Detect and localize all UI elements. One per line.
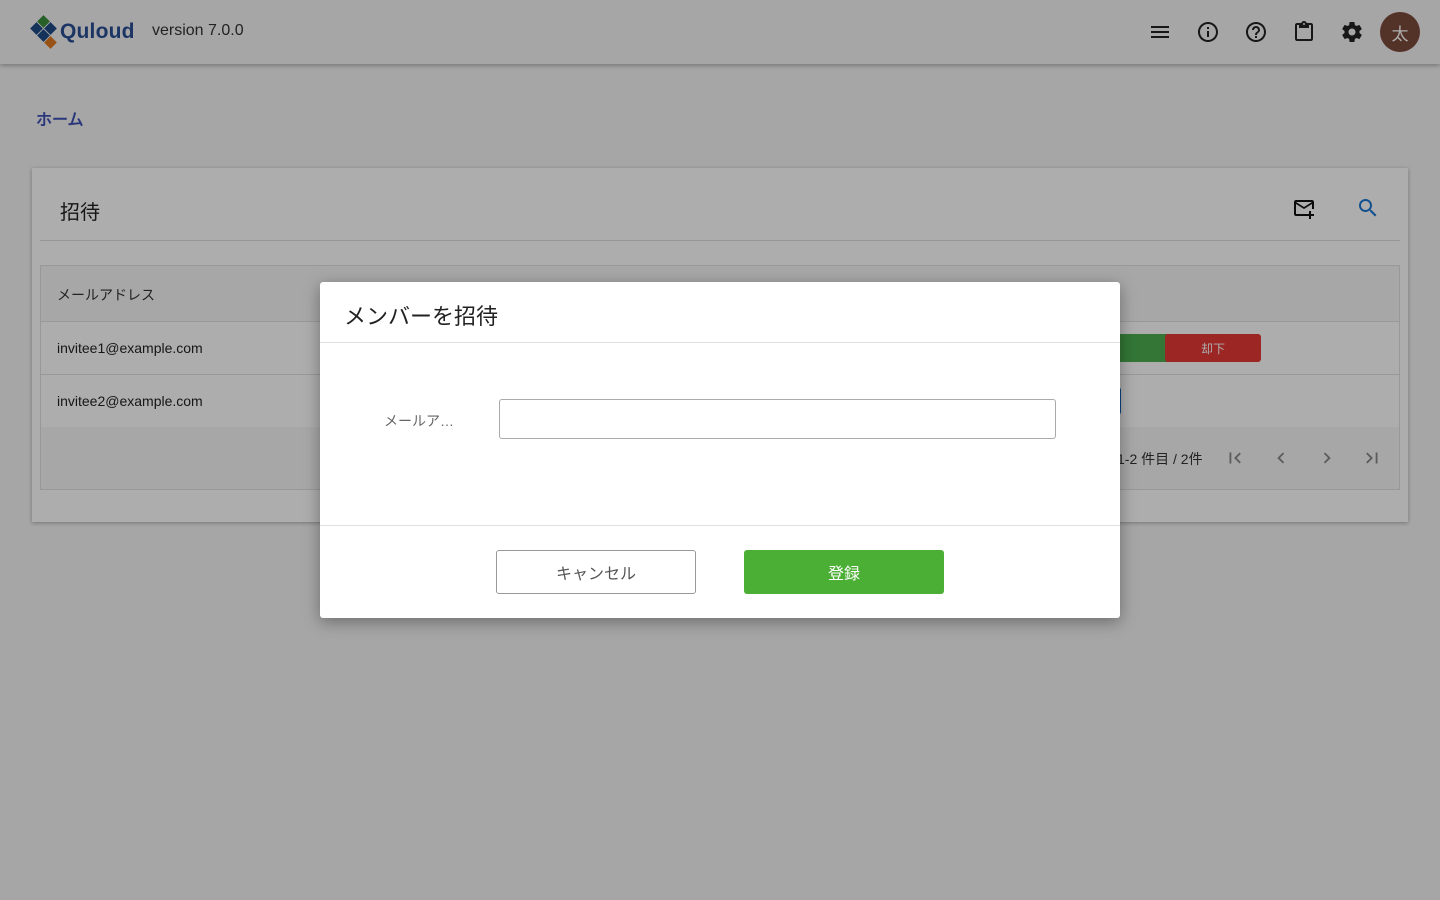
dialog-divider (320, 342, 1120, 343)
email-field-label: メールア… (384, 413, 454, 429)
register-button[interactable]: 登録 (744, 550, 944, 594)
dialog-title: メンバーを招待 (344, 304, 499, 329)
email-field[interactable] (499, 399, 1056, 439)
cancel-button[interactable]: キャンセル (496, 550, 696, 594)
invite-member-dialog: メンバーを招待 メールア… キャンセル 登録 (320, 282, 1120, 618)
dialog-divider (320, 525, 1120, 526)
